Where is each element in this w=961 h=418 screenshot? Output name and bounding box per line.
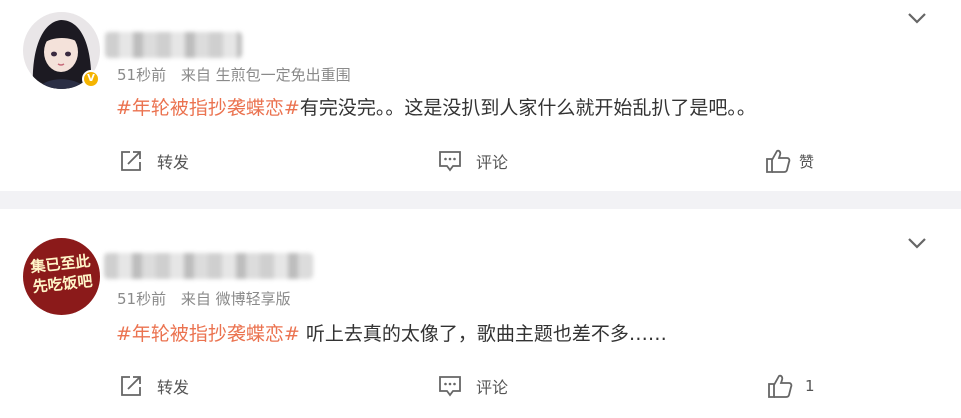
thumbs-up-icon [766,149,791,173]
comment-meta: 51秒前 来自 微博轻享版 [117,288,291,309]
repost-button[interactable]: 转发 [119,149,189,173]
comment-icon [439,151,461,172]
comment-label: 评论 [476,378,509,397]
comment-button[interactable]: 评论 [438,149,508,173]
topic-link[interactable]: #年轮被指抄袭蝶恋# [116,323,300,345]
chevron-down-icon[interactable] [907,237,927,249]
comment-time: 51秒前 [117,290,167,308]
chevron-down-icon[interactable] [907,12,927,24]
like-button[interactable]: 1 [767,373,815,399]
repost-label: 转发 [157,378,190,397]
repost-icon [121,376,141,396]
topic-link[interactable]: #年轮被指抄袭蝶恋# [116,97,300,119]
like-button[interactable]: 赞 [765,148,814,174]
thumbs-up-icon [768,374,793,398]
repost-button[interactable]: 转发 [119,374,189,398]
like-label: 赞 [799,152,815,171]
comment-time: 51秒前 [117,66,167,84]
verified-badge-icon: V [82,70,100,88]
like-count: 1 [805,377,815,395]
comment-button[interactable]: 评论 [438,374,508,398]
source-prefix: 来自 [180,66,211,84]
username[interactable] [105,32,242,58]
repost-label: 转发 [157,153,190,172]
comment-source[interactable]: 微博轻享版 [216,290,291,308]
comment-label: 评论 [476,153,509,172]
avatar-text: 集已至此 先吃饭吧 [23,250,100,298]
source-prefix: 来自 [180,290,211,308]
comment-text: #年轮被指抄袭蝶恋#有完没完。。这是没扒到人家什么就开始乱扒了是吧。。 [116,93,756,120]
user-avatar[interactable]: 集已至此 先吃饭吧 [23,238,100,315]
comment-body: 有完没完。。这是没扒到人家什么就开始乱扒了是吧。。 [299,97,756,119]
comment-card: 集已至此 先吃饭吧 51秒前 来自 微博轻享版 #年轮被指抄袭蝶恋# 听上去真的… [0,209,961,418]
repost-icon [121,151,141,171]
comment-icon [439,376,461,397]
comment-source[interactable]: 生煎包一定免出重围 [216,66,351,84]
comment-card: V 51秒前 来自 生煎包一定免出重围 #年轮被指抄袭蝶恋#有完没完。。这是没扒… [0,0,961,191]
comment-body: 听上去真的太像了，歌曲主题也差不多…… [299,323,667,345]
comment-text: #年轮被指抄袭蝶恋# 听上去真的太像了，歌曲主题也差不多…… [116,319,667,346]
comment-meta: 51秒前 来自 生煎包一定免出重围 [117,64,351,85]
username[interactable] [104,253,313,279]
